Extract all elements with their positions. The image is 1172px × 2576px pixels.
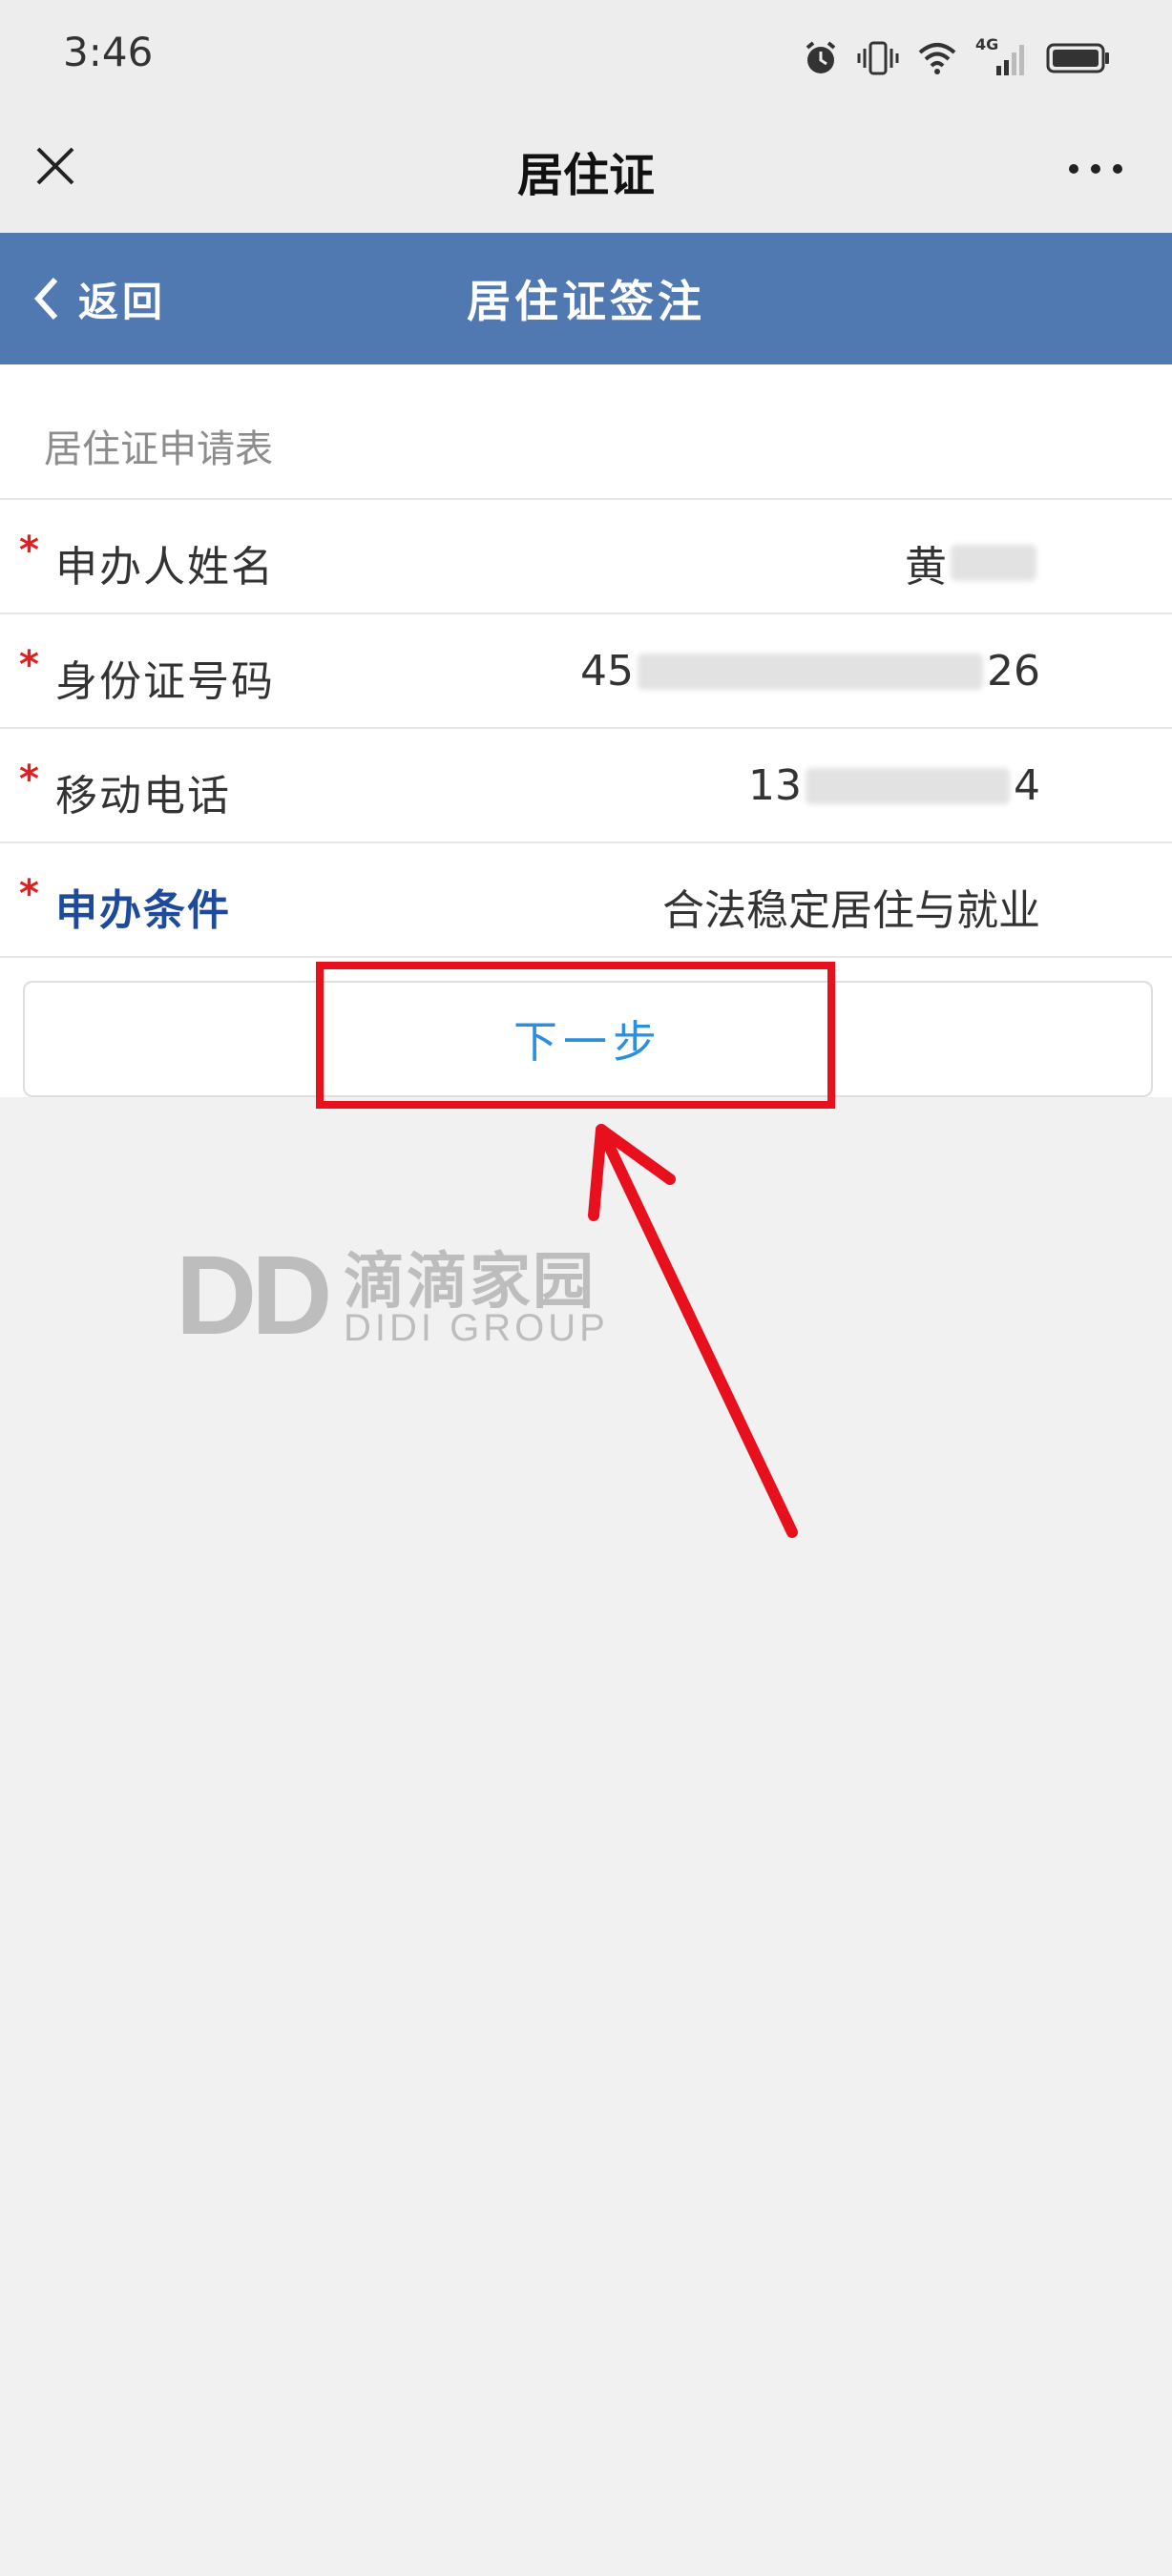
value-text: 合法稳定居住与就业 — [662, 886, 1040, 935]
value-prefix: 45 — [580, 647, 634, 696]
watermark-mark: DD — [176, 1233, 332, 1359]
field-value-phone: 13 4 — [748, 761, 1040, 810]
page-title: 居住证 — [516, 149, 655, 202]
redacted-blur — [951, 545, 1036, 581]
value-suffix: 4 — [1014, 761, 1040, 810]
required-mark: * — [19, 643, 39, 687]
app-title: 居住证签注 — [467, 276, 705, 327]
status-time: 3:46 — [63, 29, 154, 75]
required-mark: * — [19, 758, 39, 801]
form-row-condition[interactable]: * 申办条件 合法稳定居住与就业 — [0, 841, 1172, 958]
required-mark: * — [19, 872, 39, 916]
alarm-icon — [806, 41, 836, 73]
more-options-icon[interactable] — [1067, 162, 1124, 176]
wechat-header: 居住证 — [0, 116, 1172, 233]
field-label: 身份证号码 — [55, 657, 275, 706]
app-header: 返回 居住证签注 — [0, 233, 1172, 364]
form-row-name[interactable]: * 申办人姓名 黄 — [0, 498, 1172, 613]
battery-icon — [1046, 43, 1109, 73]
cellular-signal-icon: 4G — [975, 35, 1029, 77]
value-prefix: 13 — [748, 761, 802, 810]
wifi-icon — [918, 43, 956, 74]
field-value-condition: 合法稳定居住与就业 — [662, 876, 1040, 937]
form-heading: 居住证申请表 — [44, 427, 273, 471]
required-mark: * — [19, 529, 39, 572]
status-bar: 3:46 4G — [0, 0, 1172, 116]
vibrate-icon — [857, 41, 899, 75]
field-value-id-number: 45 26 — [580, 647, 1040, 696]
status-icons: 4G — [802, 34, 1111, 82]
field-label: 申办条件 — [55, 886, 231, 935]
value-suffix: 26 — [987, 647, 1040, 696]
form-row-phone[interactable]: * 移动电话 13 4 — [0, 727, 1172, 841]
redacted-blur — [638, 653, 983, 690]
field-label: 移动电话 — [55, 772, 231, 821]
watermark-english: DIDI GROUP — [344, 1307, 609, 1349]
annotation-highlight-box — [316, 962, 835, 1109]
field-value-name: 黄 — [905, 532, 1040, 593]
field-label: 申办人姓名 — [55, 543, 275, 592]
watermark-logo: DD 滴滴家园 DIDI GROUP — [176, 1231, 615, 1359]
form-row-id-number[interactable]: * 身份证号码 45 26 — [0, 613, 1172, 727]
redacted-blur — [806, 767, 1010, 804]
value-prefix: 黄 — [905, 543, 947, 592]
